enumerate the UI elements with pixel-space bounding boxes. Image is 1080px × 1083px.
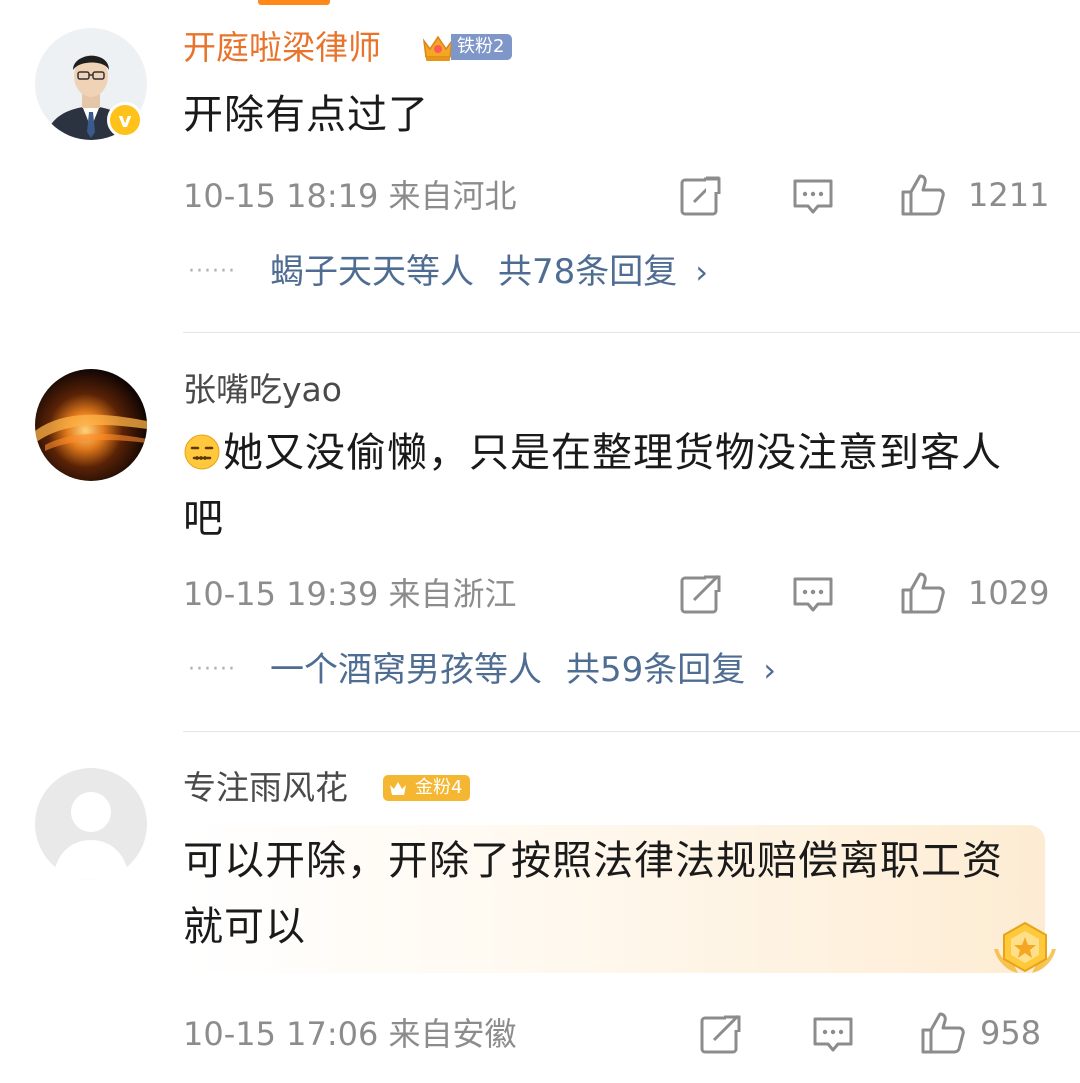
crown-icon — [422, 35, 454, 61]
reply-count: 共78条回复 — [497, 252, 678, 292]
comment-button[interactable] — [792, 576, 834, 614]
reply-dots: ······ — [188, 657, 236, 682]
forward-button[interactable] — [680, 176, 722, 216]
comment-meta: 10-15 19:39 来自浙江 — [183, 575, 517, 613]
reply-dots: ······ — [188, 259, 236, 284]
fan-badge[interactable]: 铁粉2 — [421, 31, 513, 63]
fan-badge-label: 铁粉2 — [451, 34, 513, 60]
username[interactable]: 专注雨风花 — [183, 768, 348, 808]
share-icon — [680, 574, 721, 614]
reply-count: 共59条回复 — [565, 650, 746, 690]
thumbs-up-icon — [901, 174, 945, 216]
fan-badge[interactable]: 金粉4 — [383, 772, 471, 804]
like-button[interactable]: 1029 — [900, 570, 1049, 616]
like-count: 958 — [980, 1014, 1042, 1052]
comment-content: 开除有点过了 — [183, 92, 429, 138]
username[interactable]: 张嘴吃yao — [183, 370, 342, 410]
share-icon — [680, 176, 721, 216]
top-accent-bar — [258, 0, 330, 5]
divider — [183, 332, 1080, 333]
comment-meta: 10-15 17:06 来自安徽 — [183, 1015, 517, 1053]
verified-v-icon: v — [107, 102, 143, 138]
comment-icon — [793, 179, 833, 214]
chevron-right-icon: › — [695, 253, 709, 291]
zipper-mouth-emoji-icon — [184, 434, 220, 470]
reply-summary-link[interactable]: ······ 一个酒窝男孩等人 共59条回复 › — [188, 650, 776, 690]
reply-users: 蝎子天天等人 — [269, 252, 474, 292]
comment-icon — [793, 577, 833, 612]
comment-content: 可以开除，开除了按照法律法规赔偿离职工资就可以 — [183, 838, 1003, 950]
comment-button[interactable] — [792, 178, 834, 216]
comment-meta: 10-15 18:19 来自河北 — [183, 177, 517, 215]
like-count: 1211 — [968, 176, 1050, 214]
reply-users: 一个酒窝男孩等人 — [269, 650, 542, 690]
like-count: 1029 — [968, 574, 1050, 612]
comment-text: 她又没偷懒，只是在整理货物没注意到客人吧 — [183, 430, 1002, 542]
like-button[interactable]: 1211 — [900, 172, 1049, 218]
reply-summary-link[interactable]: ······ 蝎子天天等人 共78条回复 › — [188, 252, 708, 292]
share-icon — [700, 1014, 741, 1054]
username[interactable]: 开庭啦梁律师 — [183, 28, 381, 68]
forward-button[interactable] — [680, 574, 722, 614]
medal-icon — [994, 921, 1056, 973]
gold-fan-icon — [383, 775, 413, 801]
forward-button[interactable] — [700, 1014, 742, 1054]
avatar[interactable] — [35, 369, 147, 481]
chevron-right-icon: › — [763, 651, 777, 689]
like-button[interactable]: 958 — [920, 1010, 1041, 1056]
comment-button[interactable] — [812, 1016, 854, 1054]
thumbs-up-icon — [901, 572, 945, 614]
comment-icon — [813, 1017, 853, 1052]
fan-badge-label: 金粉4 — [413, 775, 471, 801]
divider — [183, 731, 1080, 732]
comment-content: 她又没偷懒，只是在整理货物没注意到客人吧 — [183, 420, 1033, 552]
thumbs-up-icon — [921, 1012, 965, 1054]
avatar[interactable] — [35, 768, 147, 880]
